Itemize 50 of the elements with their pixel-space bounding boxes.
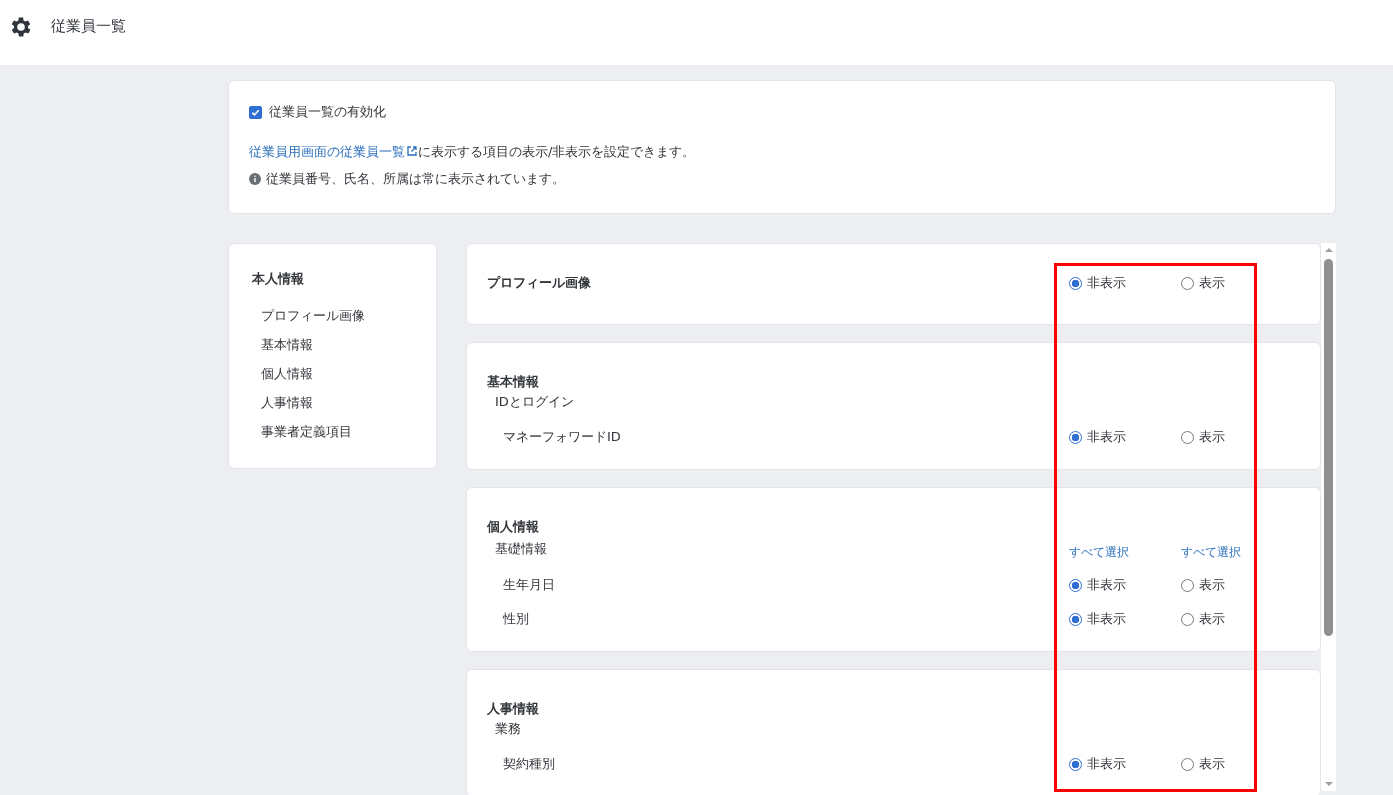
radio-option[interactable]: 表示 (1181, 576, 1225, 594)
radio-option[interactable]: 非表示 (1069, 755, 1126, 773)
sidebar-item[interactable]: 基本情報 (252, 330, 413, 359)
radio-option[interactable]: 非表示 (1069, 428, 1126, 446)
select-all-link[interactable]: すべて選択 (1069, 544, 1181, 561)
sidebar-item[interactable]: 事業者定義項目 (252, 417, 413, 446)
section-title: プロフィール画像 (487, 274, 592, 292)
field-label: 契約種別 (502, 755, 556, 773)
radio-icon[interactable] (1069, 757, 1082, 771)
radio-option[interactable]: 表示 (1181, 274, 1225, 292)
radio-icon[interactable] (1069, 430, 1082, 444)
radio-option[interactable]: 非表示 (1069, 576, 1126, 594)
note-text: 従業員番号、氏名、所属は常に表示されています。 (266, 170, 565, 188)
radio-option[interactable]: 非表示 (1069, 610, 1126, 628)
radio-option[interactable]: 表示 (1181, 755, 1225, 773)
radio-option[interactable]: 表示 (1181, 610, 1225, 628)
radio-icon[interactable] (1181, 578, 1194, 592)
radio-icon[interactable] (1181, 276, 1194, 290)
checkbox[interactable] (249, 105, 262, 119)
radio-option[interactable]: 非表示 (1069, 274, 1126, 292)
description-text: 従業員用画面の従業員一覧 に表示する項目の表示/非表示を設定できます。 (249, 143, 697, 161)
radio-icon[interactable] (1181, 757, 1194, 771)
group-title: 業務 (494, 720, 522, 738)
radio-icon[interactable] (1069, 612, 1082, 626)
scrollbar[interactable] (1321, 243, 1336, 791)
sidebar-title: 本人情報 (252, 270, 305, 288)
scroll-down-icon[interactable] (1324, 781, 1333, 787)
field-label: マネーフォワードID (502, 428, 622, 446)
scroll-up-icon[interactable] (1324, 247, 1333, 253)
sidebar-item[interactable]: 人事情報 (252, 388, 413, 417)
info-icon (249, 173, 261, 185)
section-title: 個人情報 (487, 518, 540, 536)
section-title: 人事情報 (487, 700, 540, 718)
checkbox-label: 従業員一覧の有効化 (269, 103, 386, 121)
sidebar-item[interactable]: 個人情報 (252, 359, 413, 388)
field-label: 生年月日 (502, 576, 556, 594)
radio-option[interactable]: 表示 (1181, 428, 1225, 446)
sidebar-item[interactable]: プロフィール画像 (252, 301, 413, 330)
section-title: 基本情報 (487, 373, 540, 391)
radio-icon[interactable] (1181, 430, 1194, 444)
external-link-icon (406, 145, 418, 157)
radio-icon[interactable] (1181, 612, 1194, 626)
radio-icon[interactable] (1069, 276, 1082, 290)
field-label: 性別 (502, 610, 530, 628)
group-title: 基礎情報 (494, 539, 548, 558)
radio-icon[interactable] (1069, 578, 1082, 592)
employee-list-link[interactable]: 従業員用画面の従業員一覧 (249, 144, 418, 159)
select-all-link[interactable]: すべて選択 (1181, 544, 1293, 561)
page-title: 従業員一覧 (51, 17, 126, 36)
group-title: IDとログイン (494, 393, 575, 411)
